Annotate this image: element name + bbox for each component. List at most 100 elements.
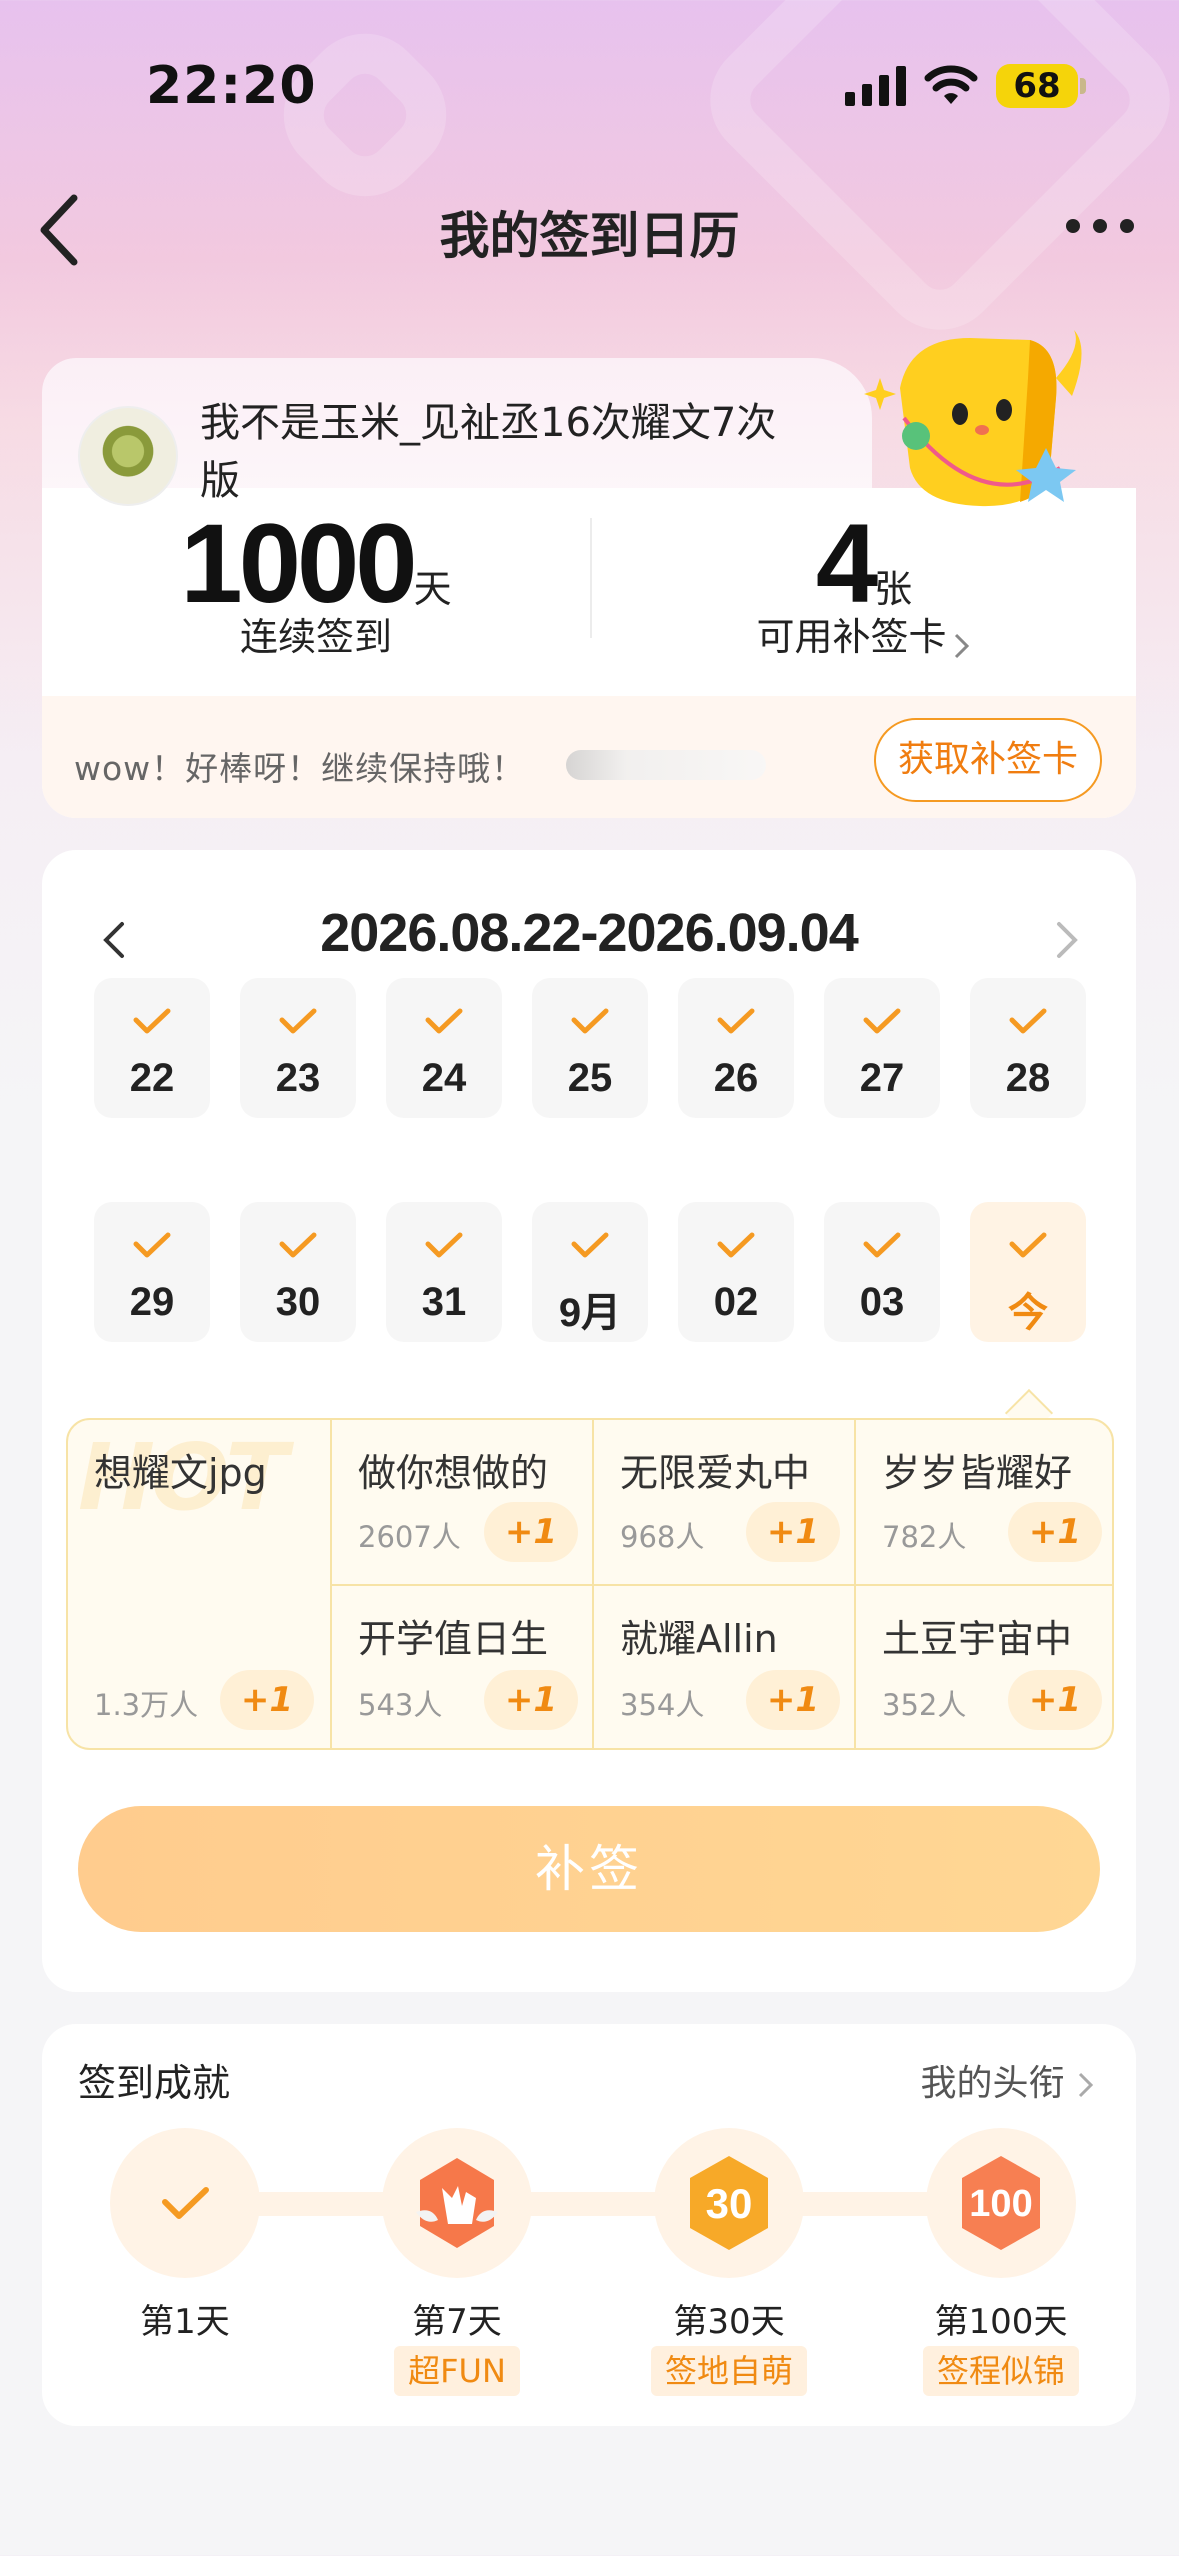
achievement-label: 第7天 xyxy=(412,2302,502,2342)
topic-cell[interactable]: 岁岁皆耀好 782人 +1 xyxy=(854,1420,1112,1586)
check-icon xyxy=(1009,1008,1047,1034)
date-range: 2026.08.22-2026.09.04 xyxy=(320,903,859,963)
day-cell[interactable]: 26 xyxy=(678,978,794,1118)
check-badge-icon xyxy=(162,2187,209,2219)
day-number: 27 xyxy=(859,1056,905,1100)
more-dot-icon xyxy=(1066,219,1080,233)
my-title-label: 我的头衔 xyxy=(920,2063,1065,2104)
calendar-card: 2026.08.22-2026.09.04 22 23 24 25 26 27 28 29 30… xyxy=(42,850,1136,1992)
day-number: 24 xyxy=(421,1056,467,1100)
plus-one-button[interactable]: +1 xyxy=(484,1502,578,1562)
streak-stat: 1000天 xyxy=(42,508,590,620)
check-icon xyxy=(279,1232,317,1258)
cards-unit: 张 xyxy=(874,567,913,611)
day-cell[interactable]: 25 xyxy=(532,978,648,1118)
day-cell[interactable]: 03 xyxy=(824,1202,940,1342)
topic-name: 岁岁皆耀好 xyxy=(882,1451,1073,1495)
plus-one-button[interactable]: +1 xyxy=(746,1670,840,1730)
cards-stat[interactable]: 4张 xyxy=(592,508,1136,620)
day-cell[interactable]: 23 xyxy=(240,978,356,1118)
plus-one-button[interactable]: +1 xyxy=(1008,1502,1102,1562)
check-icon xyxy=(425,1008,463,1034)
topic-cell[interactable]: 就耀Allin 354人 +1 xyxy=(592,1586,854,1748)
day-cell[interactable]: 22 xyxy=(94,978,210,1118)
topic-count: 782人 xyxy=(882,1520,967,1554)
user-name: 我不是玉米_见祉丞16次耀文7次版 xyxy=(200,400,777,504)
day-cell[interactable]: 30 xyxy=(240,1202,356,1342)
fun-badge-icon xyxy=(416,2158,498,2248)
day-cell[interactable]: 02 xyxy=(678,1202,794,1342)
achievement-badge[interactable]: 100 xyxy=(926,2128,1076,2278)
days-30-badge-icon: 30 xyxy=(690,2156,768,2250)
check-icon xyxy=(863,1008,901,1034)
achievements-title: 签到成就 xyxy=(78,2061,231,2105)
my-title-link[interactable]: 我的头衔 xyxy=(921,2054,1096,2106)
day-cell[interactable]: 27 xyxy=(824,978,940,1118)
check-icon xyxy=(571,1008,609,1034)
achievement-tag: 签地自萌 xyxy=(650,2346,807,2396)
achievement-label: 第30天 xyxy=(673,2302,785,2342)
plus-one-button[interactable]: +1 xyxy=(1008,1670,1102,1730)
topic-cell[interactable]: 做你想做的 2607人 +1 xyxy=(330,1420,592,1586)
topic-name: 想耀文jpg xyxy=(94,1451,267,1495)
cards-link[interactable]: 可用补签卡 xyxy=(592,606,1136,663)
topic-cell[interactable]: 无限爱丸中 968人 +1 xyxy=(592,1420,854,1586)
cards-label: 可用补签卡 xyxy=(756,615,947,659)
mascot-icon xyxy=(864,330,1082,507)
day-cell[interactable]: 9月 xyxy=(532,1202,648,1342)
topic-count: 2607人 xyxy=(358,1520,461,1554)
more-button[interactable] xyxy=(1066,205,1136,245)
resign-button[interactable]: 补签 xyxy=(78,1806,1100,1932)
day-cell[interactable]: 29 xyxy=(94,1202,210,1342)
plus-one-button[interactable]: +1 xyxy=(220,1670,314,1730)
svg-text:30: 30 xyxy=(706,2180,753,2227)
check-icon xyxy=(279,1008,317,1034)
achievement-badge[interactable] xyxy=(382,2128,532,2278)
day-cell-today[interactable]: 今 xyxy=(970,1202,1086,1342)
topic-featured[interactable]: HOT 想耀文jpg 1.3万人 +1 xyxy=(68,1420,330,1748)
streak-label: 连续签到 xyxy=(239,615,392,659)
achievement-tag: 签程似锦 xyxy=(922,2346,1079,2396)
day-number: 26 xyxy=(713,1056,759,1100)
day-number: 03 xyxy=(859,1280,905,1324)
achievement-track xyxy=(172,2192,992,2216)
topic-grid: HOT 想耀文jpg 1.3万人 +1 做你想做的 2607人 +1 无限爱丸中 968… xyxy=(66,1418,1114,1750)
day-number: 9月 xyxy=(558,1291,622,1335)
page-title: 我的签到日历 xyxy=(439,207,740,265)
topic-cell[interactable]: 开学值日生 543人 +1 xyxy=(330,1586,592,1748)
plus-one-button[interactable]: +1 xyxy=(484,1670,578,1730)
check-icon xyxy=(863,1232,901,1258)
day-number: 29 xyxy=(129,1280,175,1324)
day-cell[interactable]: 24 xyxy=(386,978,502,1118)
encourage-text: wow！好棒呀！继续保持哦！ xyxy=(74,749,526,788)
more-dot-icon xyxy=(1093,219,1107,233)
day-cell[interactable]: 28 xyxy=(970,978,1086,1118)
topic-count: 354人 xyxy=(620,1688,705,1722)
next-range-button[interactable] xyxy=(1047,910,1087,970)
chevron-right-icon xyxy=(954,633,969,658)
days-100-badge-icon: 100 xyxy=(962,2156,1040,2250)
battery-tip xyxy=(1080,78,1086,94)
day-cell[interactable]: 31 xyxy=(386,1202,502,1342)
chevron-right-icon xyxy=(1078,2072,1094,2098)
day-number: 25 xyxy=(567,1056,613,1100)
topic-count: 1.3万人 xyxy=(94,1688,199,1722)
topic-cell[interactable]: 土豆宇宙中 352人 +1 xyxy=(854,1586,1112,1748)
check-icon xyxy=(425,1232,463,1258)
streak-unit: 天 xyxy=(413,567,452,611)
day-number: 28 xyxy=(1005,1056,1051,1100)
achievement-badge[interactable] xyxy=(110,2128,260,2278)
topic-name: 做你想做的 xyxy=(358,1451,549,1495)
achievement-badge[interactable]: 30 xyxy=(654,2128,804,2278)
signal-icon xyxy=(845,66,906,106)
topic-name: 土豆宇宙中 xyxy=(882,1617,1073,1661)
get-card-button[interactable]: 获取补签卡 xyxy=(874,718,1102,802)
day-number: 23 xyxy=(275,1056,321,1100)
topic-name: 就耀Allin xyxy=(620,1617,778,1661)
progress-blur xyxy=(566,750,766,780)
battery-indicator: 68 xyxy=(996,64,1078,108)
avatar[interactable] xyxy=(78,406,178,506)
check-icon xyxy=(133,1008,171,1034)
achievement-tag: 超FUN xyxy=(394,2346,520,2396)
plus-one-button[interactable]: +1 xyxy=(746,1502,840,1562)
